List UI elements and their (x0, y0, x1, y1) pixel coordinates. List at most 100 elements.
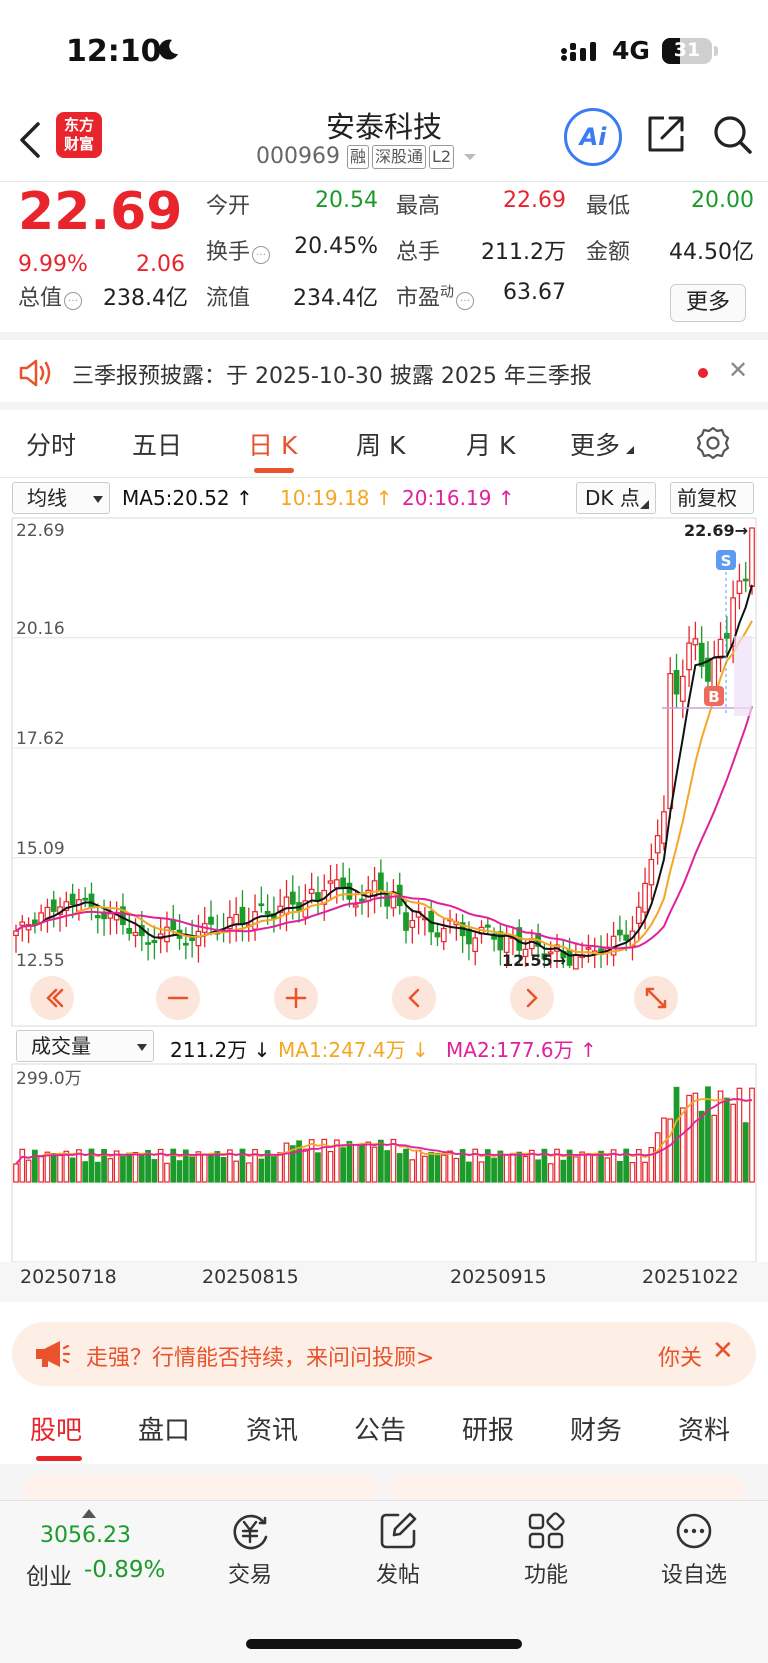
left-tool-icon[interactable] (30, 976, 74, 1020)
function-button[interactable]: 功能 (496, 1511, 596, 1589)
volume-bar (214, 1151, 221, 1183)
index-change[interactable]: -0.89% (84, 1557, 165, 1583)
index-name[interactable]: 创业 (26, 1557, 72, 1591)
trade-button[interactable]: 交易 (200, 1511, 300, 1589)
candle-body (359, 898, 365, 902)
tab-research[interactable]: 研报 (462, 1410, 514, 1447)
volume-bar (365, 1141, 372, 1183)
post-label: 发帖 (375, 1563, 420, 1588)
gear-icon[interactable] (696, 426, 730, 460)
dk-point-button[interactable]: DK 点 (576, 482, 656, 514)
tab-order-book[interactable]: 盘口 (138, 1410, 190, 1447)
advisor-banner[interactable]: 走强？行情能否持续，来问问投顾> 你关 ✕ (12, 1322, 756, 1386)
tab-financials[interactable]: 财务 (570, 1410, 622, 1447)
stock-subtitle[interactable]: 000969 融 深股通 L2 (256, 144, 477, 169)
unread-dot (698, 368, 708, 378)
adjust-price-button[interactable]: 前复权 (670, 482, 754, 514)
candle-body (182, 942, 189, 946)
volume-bar (598, 1150, 604, 1183)
ma5-label: MA5:20.52 ↑ (122, 486, 253, 510)
info-icon[interactable]: … (252, 246, 271, 264)
volume-bar (560, 1159, 567, 1183)
search-icon[interactable] (712, 114, 754, 156)
tab-monthly-k[interactable]: 月 K (466, 426, 515, 462)
moon-icon (159, 39, 178, 60)
volume-bar (189, 1156, 196, 1183)
expand-tool-icon[interactable] (634, 976, 678, 1020)
signal-icon (561, 42, 596, 61)
volume-bar (346, 1141, 353, 1183)
close-icon[interactable]: ✕ (728, 356, 748, 384)
content-peek (0, 1464, 768, 1504)
x-axis-dates: 20250718 20250815 20250915 20251022 (0, 1262, 768, 1302)
volume-bar (120, 1154, 126, 1183)
candle-body (497, 931, 504, 951)
info-icon[interactable]: … (64, 292, 83, 310)
turnover-label[interactable]: 换手… (206, 234, 271, 266)
indicator-dropdown[interactable]: 均线 (12, 482, 110, 514)
tab-profile[interactable]: 资料 (678, 1410, 730, 1447)
chevron-left-tool-icon[interactable] (392, 976, 436, 1020)
candle-body (566, 949, 573, 966)
volume-bar (138, 1155, 145, 1183)
pe-label[interactable]: 市盈动… (396, 280, 475, 312)
minus-tool-icon[interactable] (156, 976, 200, 1020)
caret-down-icon[interactable] (463, 152, 477, 162)
volume-bar (271, 1155, 277, 1183)
volume-bar (642, 1161, 648, 1183)
market-cap-label[interactable]: 总值… (18, 280, 83, 312)
volume-bar (497, 1150, 504, 1183)
candle-body (661, 811, 667, 844)
caret-up-icon[interactable] (82, 1509, 96, 1518)
tab-five-day[interactable]: 五日 (132, 426, 182, 462)
kline-chart[interactable]: 22.69 20.16 17.62 15.09 12.55 22.69→ 12.55→ S B (0, 516, 768, 1028)
more-button[interactable]: 更多 (670, 284, 746, 322)
home-indicator (246, 1639, 522, 1649)
tab-daily-k[interactable]: 日 K (248, 426, 297, 462)
volume-indicator-dropdown[interactable]: 成交量 (16, 1030, 154, 1062)
open-value: 20.54 (315, 188, 378, 213)
notice-bar[interactable]: 三季报预披露：于 2025-10-30 披露 2025 年三季报 ✕ (0, 340, 768, 410)
tab-intraday[interactable]: 分时 (26, 426, 76, 462)
candle-body (440, 927, 447, 943)
index-value[interactable]: 3056.23 (40, 1523, 131, 1548)
candle-body (327, 880, 334, 884)
tab-more[interactable]: 更多 (570, 426, 635, 462)
corner-caret-icon (626, 446, 635, 454)
plus-tool-icon[interactable] (274, 976, 318, 1020)
candle-body (13, 930, 19, 937)
volume-bar (673, 1086, 680, 1183)
volume-ma2-label: MA2:177.6万 ↑ (446, 1038, 597, 1062)
change-percent: 9.99% (18, 252, 88, 277)
add-watchlist-button[interactable]: 设自选 (644, 1511, 744, 1589)
share-icon[interactable] (646, 114, 686, 154)
tab-news[interactable]: 资讯 (246, 1410, 298, 1447)
tag-connect: 深股通 (372, 144, 427, 169)
close-icon[interactable]: ✕ (712, 1336, 734, 1366)
post-button[interactable]: 发帖 (348, 1511, 448, 1589)
volume-bar (94, 1161, 101, 1183)
tab-forum[interactable]: 股吧 (30, 1410, 82, 1447)
turnover-label-text: 换手 (206, 240, 251, 265)
chevron-right-tool-icon[interactable] (510, 976, 554, 1020)
pe-value: 63.67 (503, 280, 566, 305)
candle-body (50, 899, 57, 912)
info-icon[interactable]: … (456, 292, 475, 310)
candle-body (742, 578, 749, 582)
tab-announcements[interactable]: 公告 (354, 1410, 406, 1447)
volume-bar (422, 1155, 428, 1183)
active-tab-indicator (254, 468, 294, 473)
float-cap-label: 流值 (206, 286, 251, 311)
volume-bar (736, 1087, 743, 1183)
volume-max-label: 299.0万 (16, 1069, 82, 1089)
ai-assistant-button[interactable]: Ai (564, 108, 622, 166)
advisor-tail-text: 你关 (658, 1346, 702, 1371)
tab-weekly-k[interactable]: 周 K (356, 426, 405, 462)
volume-bar (434, 1152, 441, 1183)
volume-chart[interactable]: 299.0万 (0, 1062, 768, 1264)
volume-bar (528, 1149, 535, 1183)
volume-bar (201, 1153, 208, 1183)
battery-level: 31 (673, 39, 701, 61)
volume-bar (327, 1150, 334, 1183)
y-tick-label: 20.16 (16, 619, 65, 639)
